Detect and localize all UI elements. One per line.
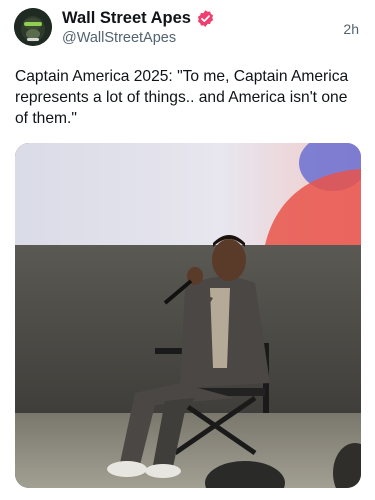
- verified-badge-icon: [196, 9, 215, 28]
- tweet-timestamp[interactable]: 2h: [343, 21, 359, 37]
- tweet-header: Wall Street Apes @WallStreetApes 2h: [0, 0, 375, 60]
- author-handle[interactable]: @WallStreetApes: [62, 30, 176, 46]
- tweet-video[interactable]: [15, 143, 361, 488]
- name-row: Wall Street Apes: [62, 7, 215, 29]
- author-avatar[interactable]: [14, 8, 52, 46]
- tweet-text: Captain America 2025: "To me, Captain Am…: [15, 68, 349, 127]
- video-thumbnail-icon: [15, 143, 361, 488]
- author-display-name[interactable]: Wall Street Apes: [62, 9, 191, 28]
- gorilla-avatar-icon: [14, 8, 52, 46]
